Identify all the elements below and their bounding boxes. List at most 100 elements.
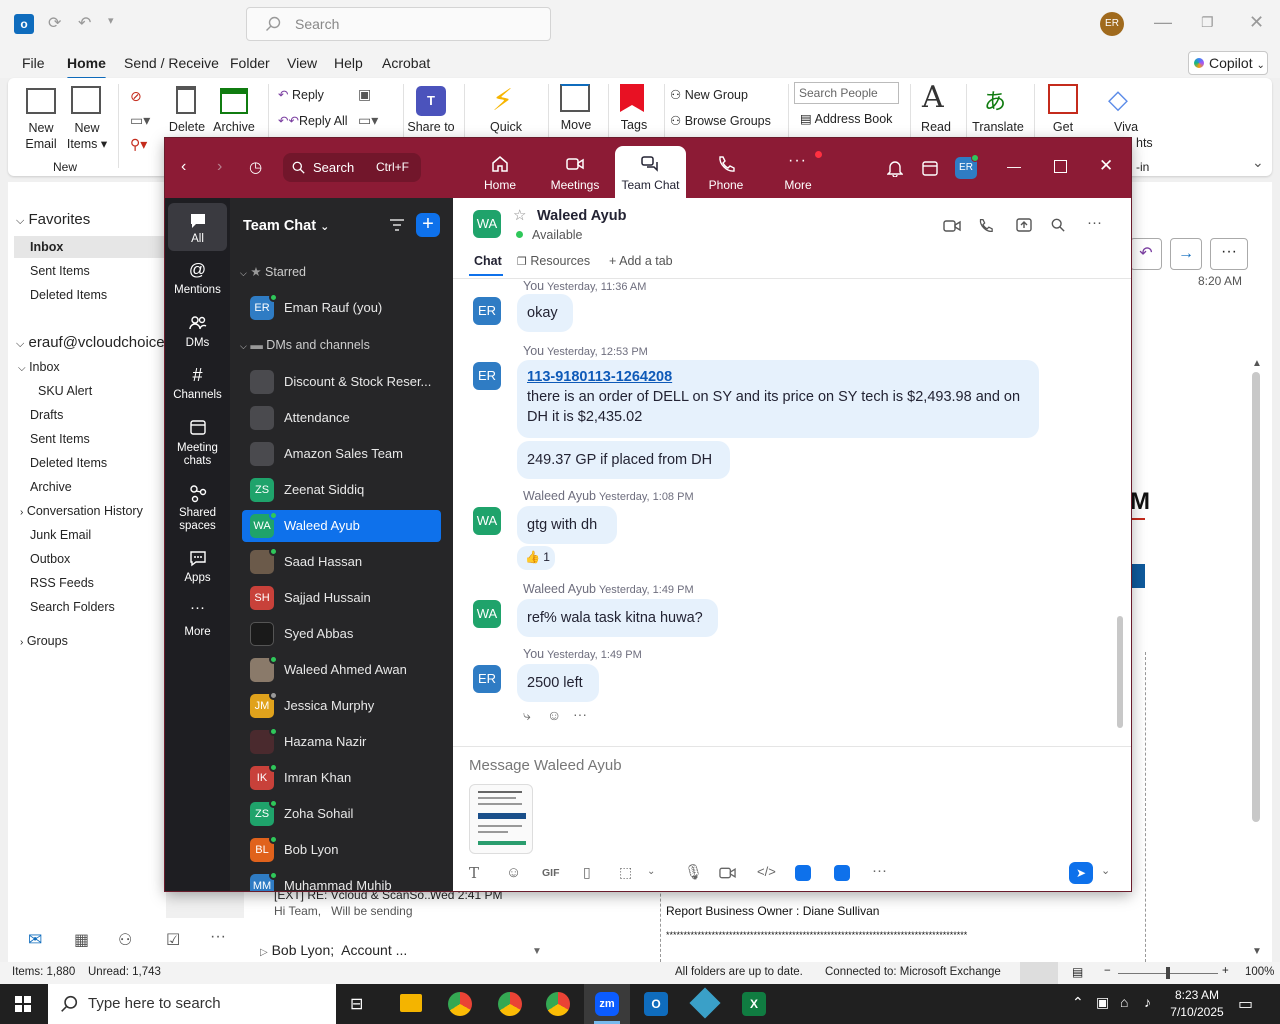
chat-row[interactable]: Saad Hassan bbox=[242, 546, 441, 578]
translate-button[interactable]: Translate bbox=[970, 120, 1026, 134]
contact-name[interactable]: Waleed Ayub bbox=[537, 208, 626, 224]
zoom-taskbar-active[interactable]: zm bbox=[584, 984, 630, 1024]
channel-row[interactable]: Discount & Stock Reser... bbox=[242, 366, 441, 398]
share-screen-icon[interactable] bbox=[1016, 218, 1032, 232]
close-icon[interactable]: ✕ bbox=[1249, 12, 1264, 33]
minimize-icon[interactable]: — bbox=[1154, 12, 1172, 33]
fav-inbox[interactable]: Inbox bbox=[30, 240, 63, 254]
send-options-icon[interactable]: ⌄ bbox=[1101, 864, 1110, 877]
restore-icon[interactable]: ❐ bbox=[1201, 14, 1214, 31]
taskbar-search[interactable]: Type here to search bbox=[48, 984, 336, 1024]
attach-file-icon[interactable]: ▯ bbox=[583, 864, 591, 881]
tags-button[interactable]: Tags bbox=[614, 118, 654, 132]
bell-icon[interactable] bbox=[887, 160, 903, 177]
video-call-icon[interactable] bbox=[943, 220, 961, 232]
windows-start-icon[interactable] bbox=[15, 996, 31, 1012]
chat-row-selected[interactable]: WA Waleed Ayub bbox=[242, 510, 441, 542]
tab-acrobat[interactable]: Acrobat bbox=[382, 55, 430, 71]
reply-all-icon[interactable]: ↶ bbox=[1130, 238, 1162, 270]
zoom-close-icon[interactable]: ✕ bbox=[1099, 156, 1113, 176]
list-scroll-down-icon[interactable]: ▼ bbox=[532, 946, 542, 957]
composer-input[interactable]: Message Waleed Ayub bbox=[469, 757, 622, 774]
gif-button[interactable]: GIF bbox=[542, 867, 560, 879]
folder-deleted-items[interactable]: Deleted Items bbox=[30, 456, 107, 470]
fav-sent-items[interactable]: Sent Items bbox=[30, 264, 90, 278]
chat-row[interactable]: BL Bob Lyon bbox=[242, 834, 441, 866]
app-integration-icon[interactable] bbox=[795, 865, 811, 881]
folder-sent-items[interactable]: Sent Items bbox=[30, 432, 90, 446]
meeting-reply-icon[interactable]: ▣ bbox=[358, 86, 371, 103]
folder-archive[interactable]: Archive bbox=[30, 480, 72, 494]
fav-deleted-items[interactable]: Deleted Items bbox=[30, 288, 107, 302]
reply-button[interactable]: ↶ Reply bbox=[278, 87, 324, 102]
folder-drafts[interactable]: Drafts bbox=[30, 408, 63, 422]
zoom-slider-thumb[interactable] bbox=[1166, 967, 1170, 979]
tab-home[interactable]: Home bbox=[67, 55, 106, 80]
tab-team-chat[interactable]: Team Chat bbox=[615, 146, 686, 198]
folder-conversation-history[interactable]: › Conversation History bbox=[20, 504, 143, 518]
calendar-icon[interactable]: ▦ bbox=[74, 930, 89, 950]
reaction-chip[interactable]: 👍 1 bbox=[517, 546, 555, 570]
archive-button[interactable]: Archive bbox=[210, 120, 258, 134]
message-bubble[interactable]: gtg with dh bbox=[517, 506, 617, 544]
search-icon[interactable] bbox=[1051, 218, 1065, 232]
zoom-search-box[interactable]: Search Ctrl+F bbox=[283, 153, 421, 182]
rail-more[interactable]: ··· More bbox=[168, 598, 227, 642]
more-actions-icon[interactable]: ··· bbox=[1210, 238, 1248, 270]
filter-icon[interactable] bbox=[389, 218, 405, 232]
message-more-icon[interactable]: ··· bbox=[573, 706, 587, 722]
star-icon[interactable]: ☆ bbox=[513, 206, 526, 224]
chat-scrollbar[interactable] bbox=[1117, 616, 1123, 728]
forward-nav-icon[interactable]: › bbox=[217, 158, 222, 176]
folder-inbox[interactable]: ⌵ Inbox bbox=[18, 360, 60, 374]
folder-groups[interactable]: › Groups bbox=[20, 634, 68, 648]
chat-row[interactable]: JM Jessica Murphy bbox=[242, 690, 441, 722]
tab-folder[interactable]: Folder bbox=[230, 55, 270, 71]
undo-icon[interactable]: ↶ bbox=[78, 13, 91, 33]
channel-row[interactable]: Attendance bbox=[242, 402, 441, 434]
more-options-icon[interactable]: ··· bbox=[1087, 214, 1102, 231]
app-diamond-icon[interactable] bbox=[689, 987, 721, 1019]
chat-tab[interactable]: Chat bbox=[474, 254, 502, 268]
channel-row[interactable]: Amazon Sales Team bbox=[242, 438, 441, 470]
mail-icon[interactable]: ✉ bbox=[28, 930, 42, 950]
rail-dms[interactable]: DMs bbox=[168, 311, 227, 355]
team-chat-dropdown[interactable]: Team Chat ⌄ bbox=[243, 218, 329, 234]
notifications-icon[interactable]: ▭ bbox=[1238, 994, 1253, 1014]
tray-app-icon[interactable]: ▣ bbox=[1096, 994, 1109, 1011]
tab-meetings[interactable]: Meetings bbox=[540, 138, 610, 198]
microphone-icon[interactable]: 🎙 bbox=[684, 863, 703, 881]
task-view-icon[interactable]: ⊟ bbox=[350, 994, 363, 1014]
rail-all[interactable]: All bbox=[168, 203, 227, 251]
send-icon[interactable]: ➤ bbox=[1069, 862, 1093, 884]
rail-meeting-chats[interactable]: Meeting chats bbox=[168, 416, 227, 470]
message-bubble[interactable]: 113-9180113-1264208 there is an order of… bbox=[517, 360, 1039, 438]
composer-more-icon[interactable]: ··· bbox=[872, 862, 887, 879]
get-addins-button[interactable]: Get bbox=[1044, 120, 1082, 134]
message-bubble[interactable]: 249.37 GP if placed from DH bbox=[517, 441, 730, 479]
reading-scrollbar[interactable] bbox=[1252, 372, 1260, 822]
new-group-button[interactable]: ⚇ New Group bbox=[670, 87, 748, 102]
contact-avatar[interactable]: WA bbox=[473, 210, 501, 238]
excel-taskbar-icon[interactable]: X bbox=[742, 992, 766, 1016]
taskbar-date[interactable]: 7/10/2025 bbox=[1166, 1005, 1228, 1019]
taskbar-time[interactable]: 8:23 AM bbox=[1172, 988, 1222, 1002]
tab-send-receive[interactable]: Send / Receive bbox=[124, 55, 219, 71]
reading-scroll-down-icon[interactable]: ▼ bbox=[1252, 946, 1262, 957]
network-icon[interactable]: ⌂ bbox=[1120, 994, 1128, 1010]
app-integration-2-icon[interactable] bbox=[834, 865, 850, 881]
history-icon[interactable]: ◷ bbox=[249, 158, 262, 176]
chrome-profile-2-icon[interactable] bbox=[546, 992, 570, 1016]
move-button[interactable]: Move bbox=[554, 118, 598, 132]
rail-shared-spaces[interactable]: Shared spaces bbox=[168, 481, 227, 535]
rail-apps[interactable]: Apps bbox=[168, 546, 227, 590]
quick-steps-button[interactable]: Quick bbox=[484, 120, 528, 134]
address-book-button[interactable]: ▤ Address Book bbox=[800, 111, 892, 126]
chat-row[interactable]: SH Sajjad Hussain bbox=[242, 582, 441, 614]
folder-rss-feeds[interactable]: RSS Feeds bbox=[30, 576, 94, 590]
add-tab-button[interactable]: + Add a tab bbox=[609, 254, 673, 268]
new-email-button[interactable]: New Email bbox=[22, 120, 60, 152]
read-aloud-button[interactable]: Read bbox=[918, 120, 954, 134]
zoom-out-icon[interactable]: − bbox=[1104, 965, 1111, 977]
add-reaction-icon[interactable]: ☺ bbox=[547, 707, 561, 723]
